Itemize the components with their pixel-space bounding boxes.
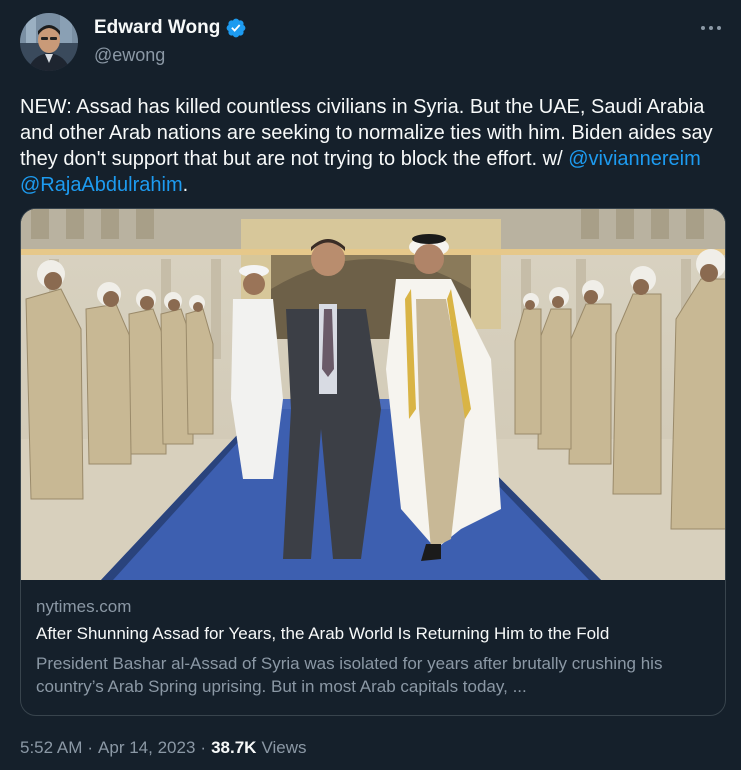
tweet-text: NEW: Assad has killed countless civilian… <box>20 94 720 198</box>
views-count: 38.7K <box>211 738 257 757</box>
author-name-row[interactable]: Edward Wong <box>94 17 247 39</box>
card-title[interactable]: After Shunning Assad for Years, the Arab… <box>36 624 716 644</box>
tweet-footer: 5:52 AM · Apr 14, 2023 · 38.7K Views <box>20 738 307 758</box>
separator: · <box>200 738 207 757</box>
avatar[interactable] <box>20 13 78 71</box>
separator: · <box>87 738 94 757</box>
more-horizontal-icon <box>701 26 721 30</box>
card-meta[interactable]: nytimes.com After Shunning Assad for Yea… <box>36 597 716 698</box>
handle[interactable]: @ewong <box>94 45 165 66</box>
views-label: Views <box>261 738 307 757</box>
more-options-button[interactable] <box>699 18 723 38</box>
verified-badge-icon <box>225 17 247 39</box>
card-description: President Bashar al-Assad of Syria was i… <box>36 654 663 696</box>
mention-link[interactable]: @RajaAbdulrahim <box>20 174 183 196</box>
display-name[interactable]: Edward Wong <box>94 17 220 39</box>
link-preview-card[interactable]: nytimes.com After Shunning Assad for Yea… <box>20 208 726 716</box>
mention-link[interactable]: @viviannereim <box>568 148 701 170</box>
avatar-image <box>20 13 78 71</box>
tweet-time[interactable]: 5:52 AM <box>20 738 82 758</box>
card-image[interactable] <box>21 209 725 580</box>
tweet-date[interactable]: Apr 14, 2023 <box>98 738 195 758</box>
tweet: Edward Wong @ewong NEW: Assad has killed… <box>0 0 741 770</box>
tweet-text-end: . <box>182 174 189 196</box>
news-photo <box>21 209 725 580</box>
card-domain: nytimes.com <box>36 597 132 616</box>
